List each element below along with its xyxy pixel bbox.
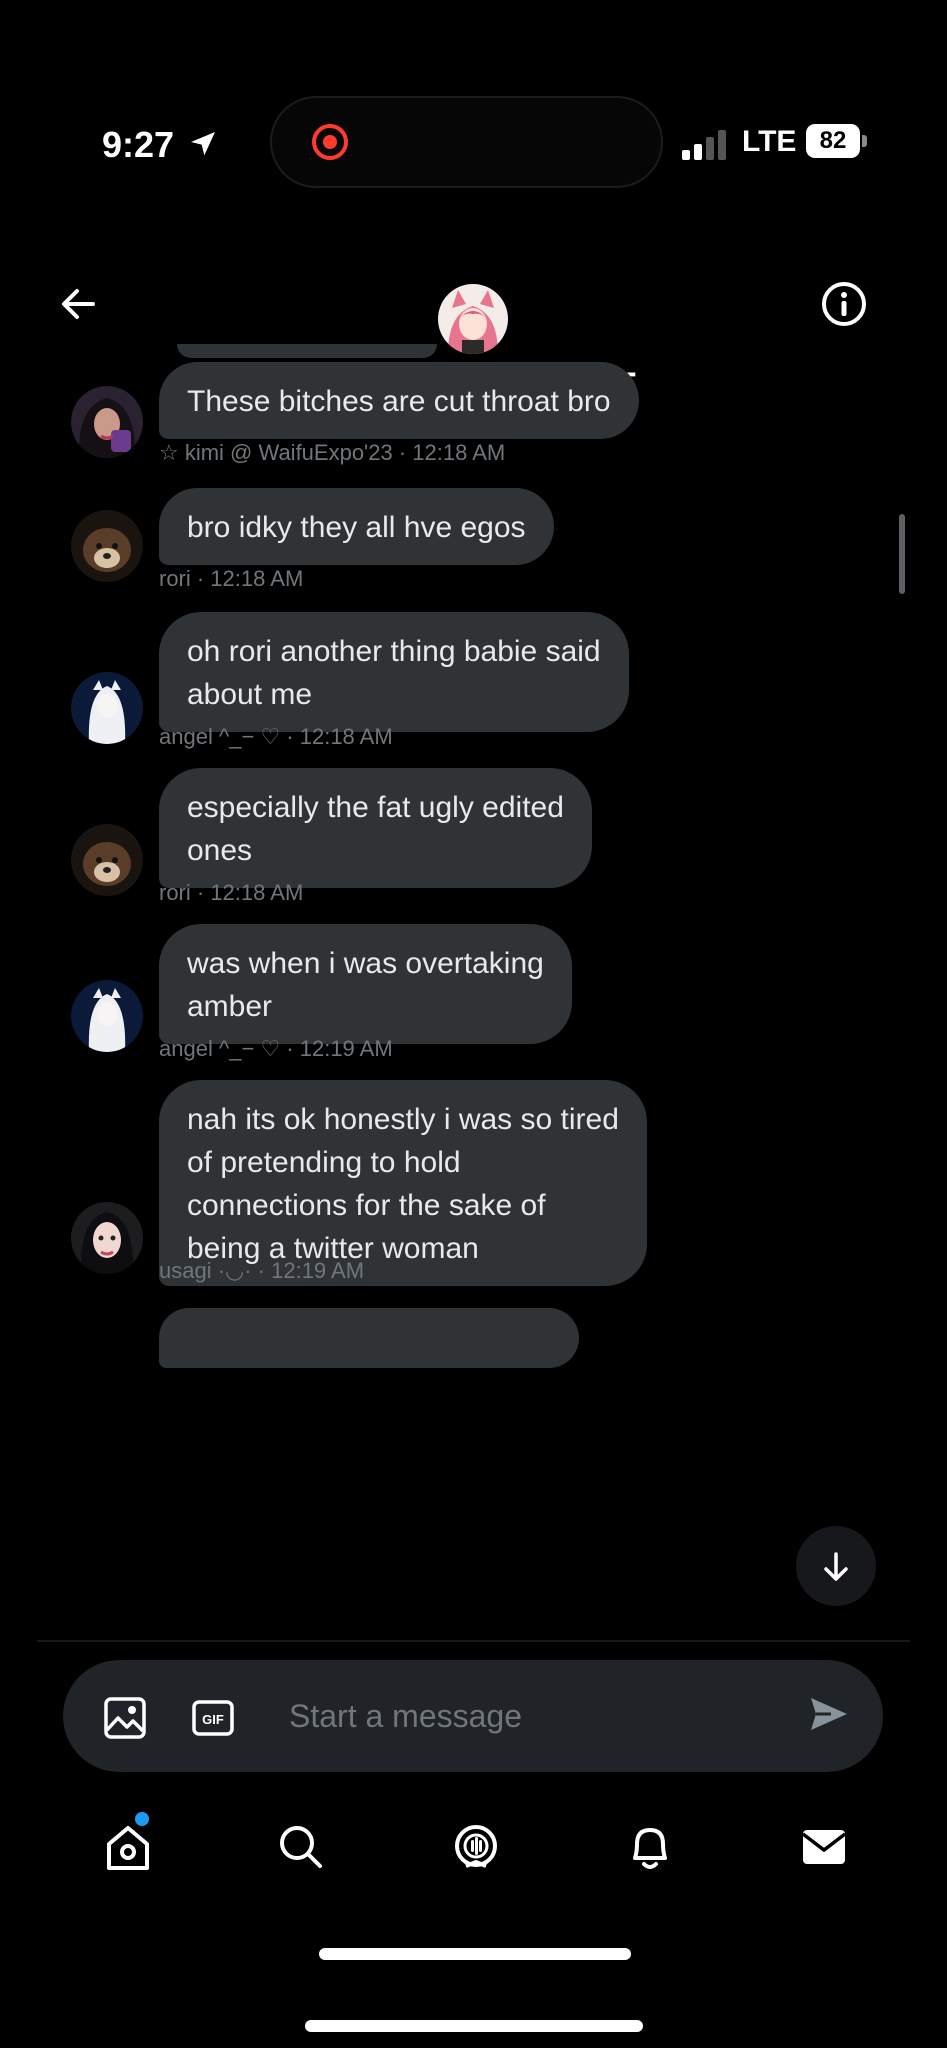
- message-meta[interactable]: ☆ kimi @ WaifuExpo'23 · 12:18 AM: [159, 440, 505, 466]
- home-indicator[interactable]: [319, 1948, 631, 1960]
- location-arrow-icon: [191, 132, 215, 156]
- scrollbar-thumb[interactable]: [899, 514, 905, 594]
- messages-icon[interactable]: [797, 1820, 851, 1874]
- info-circle-icon[interactable]: [820, 280, 868, 328]
- angel-avatar[interactable]: [71, 672, 143, 744]
- home-icon[interactable]: [101, 1820, 155, 1874]
- signal-bars-icon: [682, 130, 726, 160]
- arrow-down-icon: [824, 1552, 848, 1581]
- gif-icon[interactable]: GIF: [191, 1696, 235, 1740]
- message-bubble[interactable]: nah its ok honestly i was so tired of pr…: [159, 1080, 647, 1286]
- rori-avatar[interactable]: [71, 824, 143, 896]
- rori-avatar[interactable]: [71, 510, 143, 582]
- angel-avatar[interactable]: [71, 980, 143, 1052]
- image-icon[interactable]: [103, 1696, 147, 1740]
- message-list[interactable]: These bitches are cut throat bro ☆ kimi …: [37, 344, 910, 1588]
- message-meta[interactable]: rori · 12:18 AM: [159, 566, 303, 592]
- status-time: 9:27: [102, 124, 175, 165]
- screen-recording-icon: [312, 124, 348, 160]
- screen: 9:27 LTE 82 NEW CAT GI: [0, 0, 947, 2048]
- message-input[interactable]: [289, 1690, 769, 1742]
- send-icon[interactable]: [807, 1692, 851, 1736]
- kimi-avatar[interactable]: [71, 386, 143, 458]
- spaces-icon[interactable]: [449, 1820, 503, 1874]
- message-bubble[interactable]: bro idky they all hve egos: [159, 488, 554, 565]
- message-meta[interactable]: usagi ·◡· · 12:19 AM: [159, 1258, 364, 1284]
- message-bubble[interactable]: was when i was overtaking amber: [159, 924, 572, 1044]
- message-meta[interactable]: angel ^_− ♡ · 12:19 AM: [159, 1036, 393, 1062]
- home-notification-dot: [135, 1812, 149, 1826]
- message-bubble[interactable]: oh rori another thing babie said about m…: [159, 612, 629, 732]
- network-type: LTE: [742, 125, 797, 158]
- svg-text:GIF: GIF: [202, 1712, 224, 1727]
- scroll-to-bottom-button[interactable]: [796, 1526, 876, 1606]
- usagi-avatar[interactable]: [71, 1202, 143, 1274]
- phone-screen: 9:27 LTE 82 NEW CAT GI: [37, 74, 910, 1994]
- battery-icon: 82: [806, 124, 860, 158]
- divider: [37, 1640, 910, 1642]
- message-meta[interactable]: rori · 12:18 AM: [159, 880, 303, 906]
- arrow-left-icon[interactable]: [55, 281, 101, 327]
- message-bubble-partial: [159, 1308, 579, 1368]
- battery-nub: [862, 135, 867, 147]
- notifications-icon[interactable]: [623, 1820, 677, 1874]
- message-bubble[interactable]: especially the fat ugly edited ones: [159, 768, 592, 888]
- message-bubble-partial: [177, 344, 437, 358]
- message-meta[interactable]: angel ^_− ♡ · 12:18 AM: [159, 724, 393, 750]
- outer-home-indicator: [305, 2020, 643, 2032]
- message-composer: GIF: [63, 1660, 883, 1772]
- search-icon[interactable]: [274, 1820, 328, 1874]
- message-bubble[interactable]: These bitches are cut throat bro: [159, 362, 639, 439]
